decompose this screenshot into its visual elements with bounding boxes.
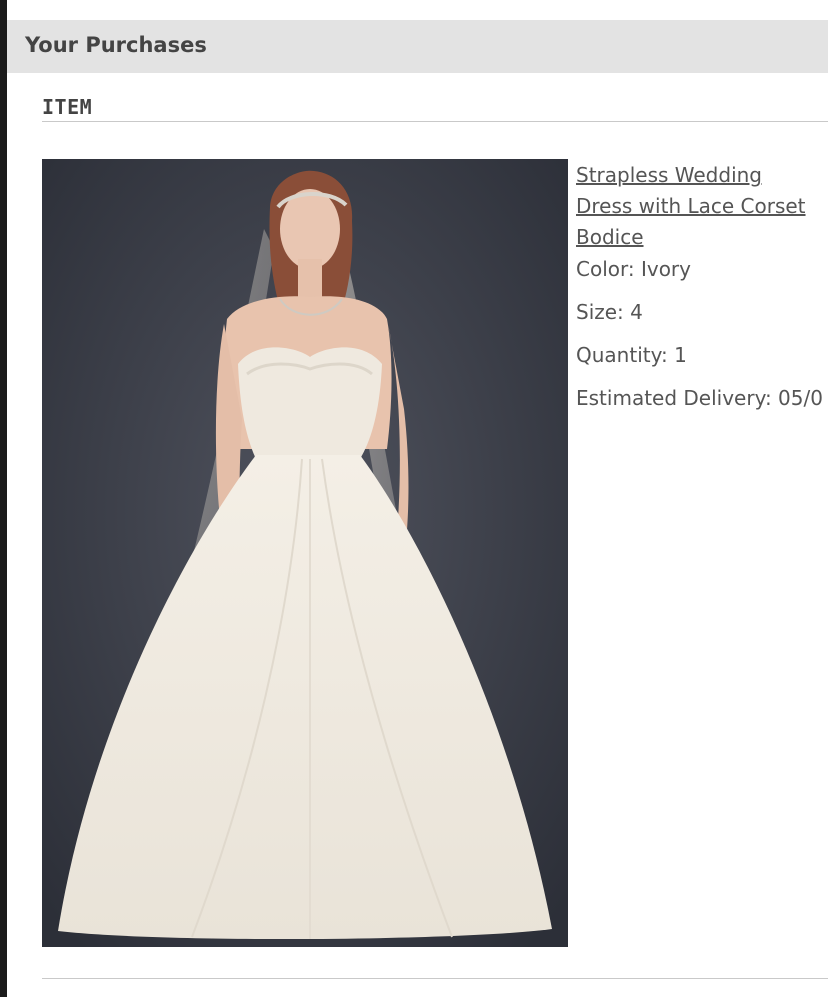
- item-divider: [42, 978, 828, 979]
- window-edge: [0, 0, 7, 997]
- item-color: Color: Ivory: [576, 257, 691, 281]
- product-name-link[interactable]: Strapless Wedding Dress with Lace Corset…: [576, 160, 828, 253]
- item-details: Strapless Wedding Dress with Lace Corset…: [576, 160, 828, 427]
- header-divider: [42, 121, 828, 122]
- product-name-line: Bodice: [576, 225, 644, 249]
- product-image[interactable]: [42, 159, 568, 947]
- item-quantity: Quantity: 1: [576, 343, 687, 367]
- item-size: Size: 4: [576, 300, 643, 324]
- purchases-header: Your Purchases: [7, 20, 828, 73]
- item-estimated-delivery: Estimated Delivery: 05/0: [576, 386, 823, 410]
- item-column-header: ITEM: [42, 95, 93, 119]
- product-name-line: Strapless Wedding: [576, 163, 762, 187]
- page-title: Your Purchases: [25, 33, 207, 57]
- product-name-line: Dress with Lace Corset: [576, 194, 806, 218]
